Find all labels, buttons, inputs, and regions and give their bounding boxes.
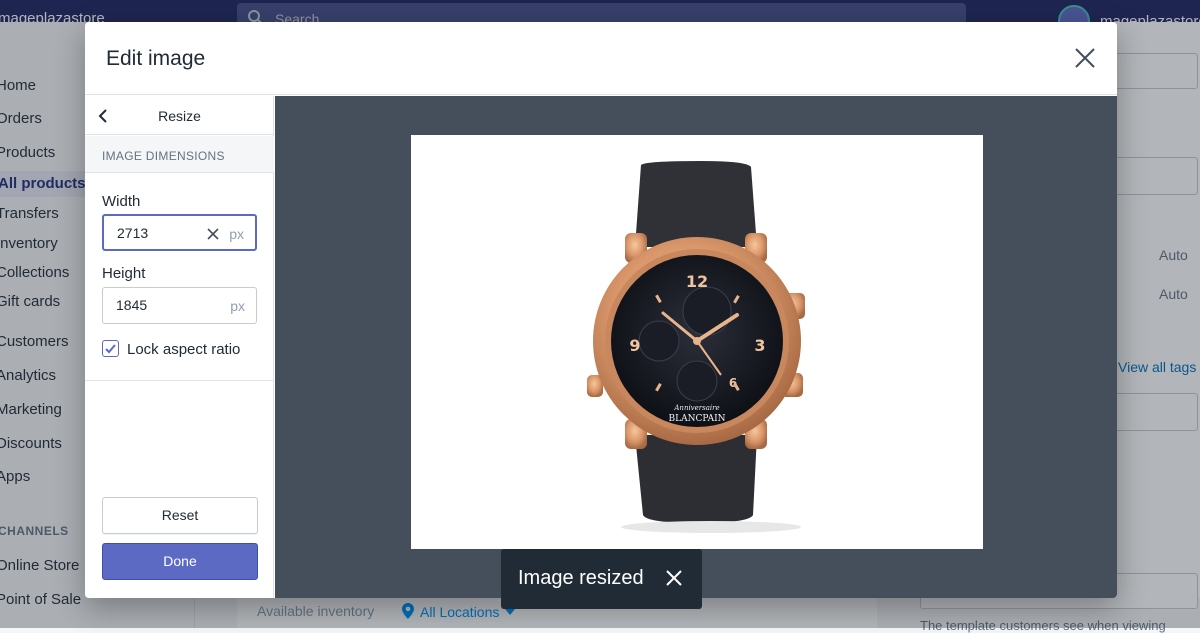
resize-panel: Resize IMAGE DIMENSIONS Width px Height … [85, 96, 274, 598]
watch-brand-text: BLANCPAIN [668, 414, 725, 424]
close-modal-button[interactable] [1071, 44, 1099, 72]
height-label: Height [102, 265, 146, 282]
dismiss-toast-button[interactable] [664, 568, 684, 588]
image-dimensions-heading: IMAGE DIMENSIONS [85, 136, 274, 173]
watch-image: 12 3 9 6 Anniversaire BLANCPAIN [587, 161, 805, 533]
product-image[interactable]: 12 3 9 6 Anniversaire BLANCPAIN [411, 135, 983, 549]
lock-aspect-ratio-checkbox[interactable] [102, 340, 119, 357]
image-canvas: 12 3 9 6 Anniversaire BLANCPAIN [275, 96, 1117, 598]
section-heading-text: IMAGE DIMENSIONS [102, 149, 225, 163]
checkmark-icon [105, 344, 116, 354]
panel-title: Resize [158, 108, 201, 124]
height-unit: px [230, 298, 245, 314]
watch-sub-text: Anniversaire [673, 404, 719, 412]
width-field[interactable]: px [102, 214, 257, 251]
svg-text:12: 12 [686, 272, 708, 291]
all-locations-label: All Locations [420, 604, 500, 620]
location-pin-icon [402, 603, 414, 619]
clear-width-button[interactable] [207, 227, 219, 240]
close-icon [1075, 48, 1095, 68]
width-unit: px [229, 226, 244, 242]
toast-message: Image resized [518, 567, 644, 589]
edit-image-modal: Edit image Resize IMAGE DIMENSIONS Width… [85, 22, 1117, 598]
svg-text:9: 9 [629, 336, 640, 355]
modal-header: Edit image [85, 22, 1117, 95]
done-button[interactable]: Done [102, 543, 258, 580]
modal-title: Edit image [106, 47, 206, 70]
caret-down-icon [505, 609, 516, 615]
height-input[interactable] [116, 297, 196, 313]
height-field[interactable]: px [102, 287, 257, 324]
panel-divider [85, 380, 274, 381]
clear-icon [207, 228, 219, 240]
available-inventory-label: Available inventory [257, 603, 375, 619]
width-input[interactable] [117, 225, 197, 241]
panel-header: Resize [85, 96, 274, 135]
width-label: Width [102, 193, 141, 210]
toast-notification: Image resized [501, 549, 702, 609]
all-locations-link[interactable]: All Locations [402, 603, 516, 620]
lock-aspect-ratio-label[interactable]: Lock aspect ratio [127, 341, 240, 358]
close-icon [666, 570, 682, 586]
svg-text:3: 3 [754, 336, 765, 355]
reset-button[interactable]: Reset [102, 497, 258, 534]
